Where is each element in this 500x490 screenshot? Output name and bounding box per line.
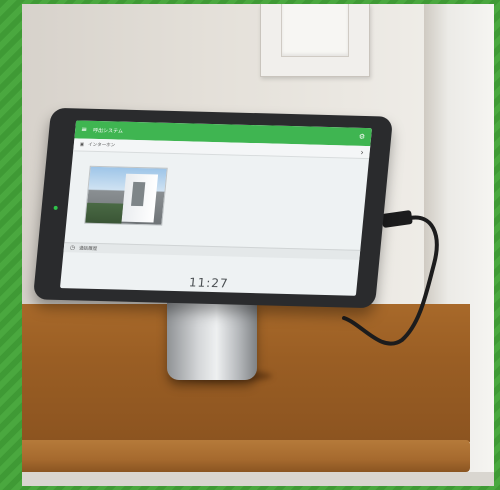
history-label: 通話履歴: [78, 246, 98, 252]
app-title: 呼出システム: [92, 127, 124, 135]
shelf-edge: [22, 440, 470, 472]
tablet-screen[interactable]: ≡ 呼出システム ⚙ ▣ インターホン › ◷ 通話履歴 11:27: [59, 120, 373, 296]
time-display: 11:27: [188, 275, 230, 291]
chevron-right-icon[interactable]: ›: [360, 147, 364, 156]
history-row[interactable]: ◷ 通話履歴: [63, 242, 361, 260]
tablet-device: ≡ 呼出システム ⚙ ▣ インターホン › ◷ 通話履歴 11:27: [32, 107, 394, 309]
tablet-stand: [167, 302, 257, 380]
thumbnail-hedge: [85, 202, 124, 224]
photo-frame: ≡ 呼出システム ⚙ ▣ インターホン › ◷ 通話履歴 11:27: [22, 4, 494, 486]
floor-area: [22, 472, 494, 486]
intercom-camera-thumbnail[interactable]: [84, 165, 168, 226]
camera-indicator: [53, 205, 58, 210]
thumbnail-intercom-panel: [131, 181, 146, 207]
clock-icon: ◷: [69, 244, 76, 252]
light-switch-key: [281, 4, 349, 57]
light-switch: [260, 4, 370, 77]
camera-icon: ▣: [79, 141, 85, 148]
gear-icon[interactable]: ⚙: [358, 133, 365, 141]
menu-icon[interactable]: ≡: [81, 126, 88, 134]
